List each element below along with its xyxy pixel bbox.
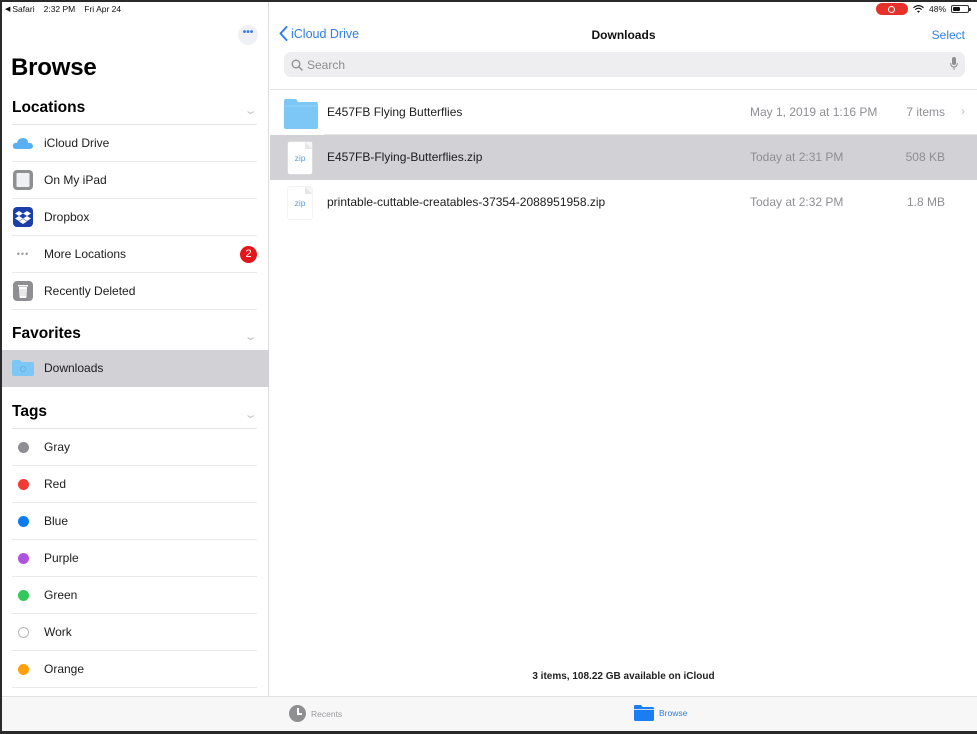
screen-recording-icon[interactable] xyxy=(875,3,908,15)
zip-file-icon: zip xyxy=(284,187,316,219)
tag-color-dot xyxy=(17,589,29,601)
status-date: Fri Apr 24 xyxy=(84,4,122,14)
chevron-right-icon: › xyxy=(961,104,965,118)
section-header-tags[interactable]: Tags ⌄ xyxy=(12,395,257,429)
tag-color-dot xyxy=(17,478,29,490)
file-name: E457FB Flying Butterflies xyxy=(327,105,463,119)
tab-browse[interactable]: Browse xyxy=(634,705,687,721)
back-to-app-link[interactable]: ◀ Safari xyxy=(5,4,35,14)
notification-badge: 2 xyxy=(240,245,257,263)
back-app-label: Safari xyxy=(12,4,35,14)
sidebar-item-downloads[interactable]: Downloads xyxy=(2,350,269,387)
sidebar-item-tag-orange[interactable]: Orange xyxy=(2,651,269,688)
sidebar-item-icloud-drive[interactable]: iCloud Drive xyxy=(2,125,269,162)
sidebar-item-label: On My iPad xyxy=(44,173,107,187)
tag-color-dot xyxy=(17,626,29,638)
tag-color-dot xyxy=(17,441,29,453)
status-bar: ◀ Safari 2:32 PM Fri Apr 24 48% xyxy=(2,2,977,20)
dropbox-icon xyxy=(12,206,34,228)
sidebar-item-label: Dropbox xyxy=(44,210,90,224)
tag-color-dot xyxy=(17,663,29,675)
search-icon xyxy=(291,59,303,71)
wifi-icon xyxy=(913,5,924,13)
file-date: Today at 2:32 PM xyxy=(750,195,844,209)
file-size: 7 items xyxy=(906,105,945,119)
file-name: printable-cuttable-creatables-37354-2088… xyxy=(327,195,606,209)
sidebar-item-recently-deleted[interactable]: Recently Deleted xyxy=(2,273,269,310)
sidebar-item-label: More Locations xyxy=(44,247,127,261)
file-row-zip[interactable]: zip printable-cuttable-creatables-37354-… xyxy=(270,180,977,225)
downloads-folder-icon xyxy=(12,357,34,379)
tag-color-dot xyxy=(17,552,29,564)
battery-percent: 48% xyxy=(928,4,946,14)
chevron-down-icon[interactable]: ⌄ xyxy=(243,104,257,117)
tag-color-dot xyxy=(17,515,29,527)
sidebar-item-tag-green[interactable]: Green xyxy=(2,577,269,614)
sidebar-item-on-my-ipad[interactable]: On My iPad xyxy=(2,162,269,199)
sidebar-item-label: Orange xyxy=(44,662,85,676)
sidebar-item-tag-red[interactable]: Red xyxy=(2,466,269,503)
sidebar-item-label: Purple xyxy=(44,551,79,565)
status-time: 2:32 PM xyxy=(43,4,76,14)
sidebar-item-label: Red xyxy=(44,477,67,491)
sidebar-item-label: Green xyxy=(44,588,78,602)
more-options-button[interactable]: ••• xyxy=(238,25,258,45)
microphone-icon[interactable] xyxy=(950,57,958,71)
tab-label: Recents xyxy=(311,708,343,719)
sidebar-item-tag-blue[interactable]: Blue xyxy=(2,503,269,540)
sidebar-item-tag-gray[interactable]: Gray xyxy=(2,429,269,466)
tab-recents[interactable]: Recents xyxy=(289,705,342,722)
section-title: Favorites xyxy=(12,325,81,342)
sidebar-item-label: Work xyxy=(44,625,72,639)
tab-label: Browse xyxy=(659,708,688,718)
sidebar-title: Browse xyxy=(11,54,97,81)
chevron-down-icon[interactable]: ⌄ xyxy=(243,330,257,343)
file-row-folder[interactable]: E457FB Flying Butterflies May 1, 2019 at… xyxy=(270,90,977,135)
tab-bar: Recents Browse xyxy=(2,696,977,731)
back-triangle-icon: ◀ xyxy=(5,6,11,13)
file-size: 1.8 MB xyxy=(906,195,945,209)
search-placeholder: Search xyxy=(307,57,346,72)
sidebar-item-tag-purple[interactable]: Purple xyxy=(2,540,269,577)
sidebar: ••• Browse Locations ⌄ iCloud Drive On M… xyxy=(2,2,269,696)
file-size: 508 KB xyxy=(905,150,945,164)
sidebar-item-label: Gray xyxy=(44,440,71,454)
sidebar-item-tag-work[interactable]: Work xyxy=(2,614,269,651)
sidebar-item-more-locations[interactable]: ••• More Locations 2 xyxy=(2,236,269,273)
ipad-icon xyxy=(12,169,34,191)
sidebar-item-label: Blue xyxy=(44,514,69,528)
trash-icon xyxy=(12,280,34,302)
file-row-zip[interactable]: zip E457FB-Flying-Butterflies.zip Today … xyxy=(270,135,977,180)
icloud-icon xyxy=(12,132,34,154)
section-title: Locations xyxy=(12,99,86,116)
section-header-favorites[interactable]: Favorites ⌄ xyxy=(12,316,257,350)
select-button[interactable]: Select xyxy=(932,28,965,42)
sidebar-item-dropbox[interactable]: Dropbox xyxy=(2,199,269,236)
ellipsis-icon: ••• xyxy=(16,249,30,259)
search-field[interactable]: Search xyxy=(284,52,965,77)
sidebar-item-label: Downloads xyxy=(44,361,104,375)
folder-icon xyxy=(284,97,318,129)
storage-status: 3 items, 108.22 GB available on iCloud xyxy=(532,671,715,682)
file-date: May 1, 2019 at 1:16 PM xyxy=(750,105,878,119)
files-app-screen: ••• Browse Locations ⌄ iCloud Drive On M… xyxy=(2,2,977,731)
page-title: Downloads xyxy=(591,28,656,42)
file-date: Today at 2:31 PM xyxy=(750,150,844,164)
chevron-down-icon[interactable]: ⌄ xyxy=(243,408,257,421)
file-name: E457FB-Flying-Butterflies.zip xyxy=(327,150,483,164)
folder-icon xyxy=(634,705,654,721)
section-title: Tags xyxy=(12,403,48,420)
file-type-label: zip xyxy=(294,153,306,163)
section-header-locations[interactable]: Locations ⌄ xyxy=(12,91,257,125)
clock-icon xyxy=(289,705,306,722)
main-pane: iCloud Drive Downloads Select Search E45… xyxy=(270,2,977,696)
zip-file-icon: zip xyxy=(284,142,316,174)
sidebar-item-label: Recently Deleted xyxy=(44,284,136,298)
file-type-label: zip xyxy=(294,198,306,208)
battery-icon xyxy=(951,5,971,13)
sidebar-item-label: iCloud Drive xyxy=(44,136,110,150)
